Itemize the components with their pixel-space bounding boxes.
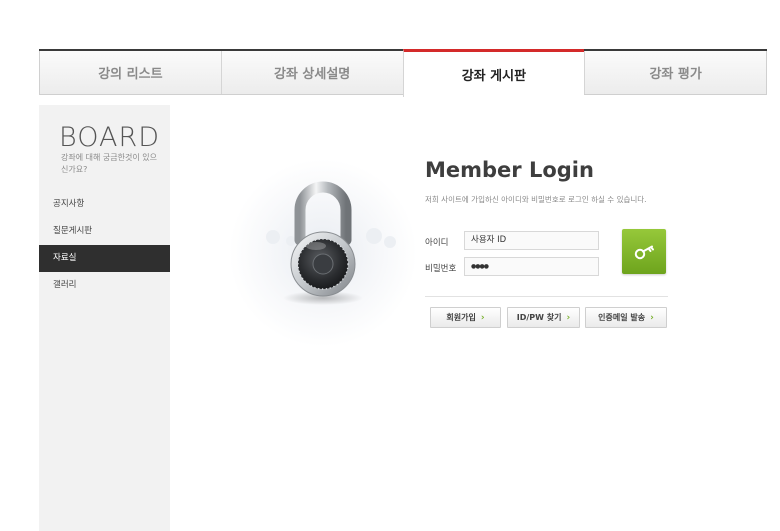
login-divider bbox=[425, 296, 668, 297]
id-label: 아이디 bbox=[425, 238, 449, 248]
tab-course-details[interactable]: 강좌 상세설명 bbox=[220, 51, 403, 94]
find-id-pw-button[interactable]: ID/PW 찾기 › bbox=[507, 307, 580, 328]
sidebar-description: 강좌에 대해 궁금한것이 있으신가요? bbox=[61, 153, 157, 174]
tab-course-board[interactable]: 강좌 게시판 bbox=[402, 49, 585, 97]
find-id-pw-label: ID/PW 찾기 bbox=[516, 313, 562, 322]
password-field[interactable]: ●●●● bbox=[464, 257, 599, 276]
padlock-icon bbox=[283, 181, 363, 305]
sidebar-title: BOARD bbox=[59, 122, 161, 153]
sidebar-item-qna[interactable]: 질문게시판 bbox=[39, 218, 170, 245]
sidebar-item-gallery[interactable]: 갤러리 bbox=[39, 272, 170, 299]
tab-lecture-list[interactable]: 강의 리스트 bbox=[39, 51, 221, 94]
signup-label: 회원가입 bbox=[446, 313, 476, 322]
login-description: 저희 사이트에 가입하신 아이디와 비밀번호로 로그인 하실 수 있습니다. bbox=[425, 195, 647, 204]
send-verification-email-label: 인증메일 발송 bbox=[598, 313, 646, 322]
login-title: Member Login bbox=[425, 158, 594, 182]
key-icon bbox=[634, 245, 654, 259]
course-tabs: 강의 리스트 강좌 상세설명 강좌 게시판 강좌 평가 bbox=[39, 49, 767, 97]
chevron-right-icon: › bbox=[480, 312, 485, 323]
chevron-right-icon: › bbox=[650, 312, 654, 323]
id-field[interactable]: 사용자 ID bbox=[464, 231, 599, 250]
sidebar-menu: 공지사항 질문게시판 자료실 갤러리 bbox=[39, 191, 170, 299]
login-submit-button[interactable] bbox=[622, 229, 666, 274]
sidebar-item-notice[interactable]: 공지사항 bbox=[39, 191, 170, 218]
signup-button[interactable]: 회원가입 › bbox=[430, 307, 501, 328]
tab-course-review[interactable]: 강좌 평가 bbox=[584, 51, 767, 94]
board-sidebar: BOARD 강좌에 대해 궁금한것이 있으신가요? 공지사항 질문게시판 자료실… bbox=[39, 105, 170, 531]
password-label: 비밀번호 bbox=[425, 264, 457, 274]
chevron-right-icon: › bbox=[566, 312, 571, 323]
send-verification-email-button[interactable]: 인증메일 발송 › bbox=[585, 307, 667, 328]
padlock-illustration bbox=[228, 148, 418, 358]
sidebar-item-archive[interactable]: 자료실 bbox=[39, 245, 170, 272]
